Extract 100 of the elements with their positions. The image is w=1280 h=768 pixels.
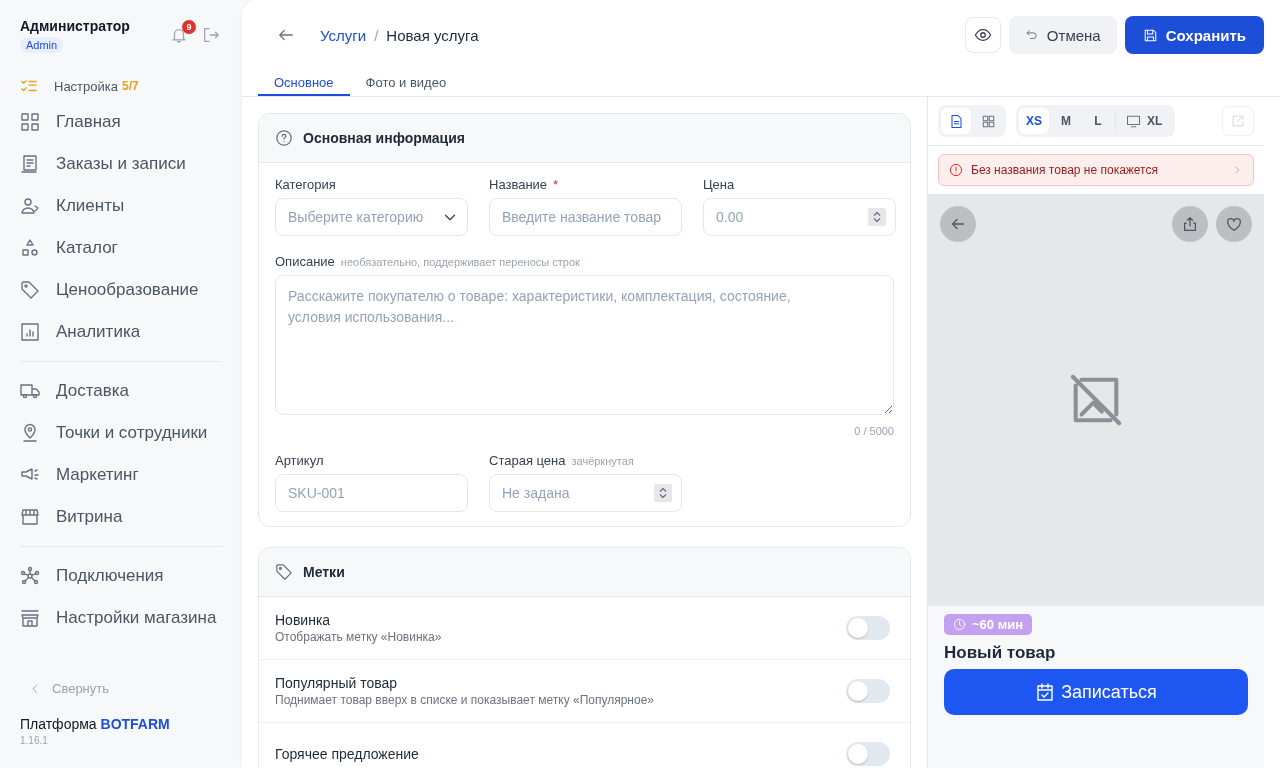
nav-item[interactable]: Точки и сотрудники [20, 412, 242, 454]
setup-label: Настройка [54, 78, 118, 94]
tag-description: Поднимает товар вверх в списке и показывает метку «Популярное» [275, 693, 655, 707]
price-field[interactable]: 0.00 [703, 198, 896, 236]
book-button[interactable]: Записаться [944, 669, 1248, 715]
grid-icon [980, 113, 996, 129]
nav-item[interactable]: Витрина [20, 496, 242, 538]
help-icon [275, 129, 293, 147]
nav-label: Заказы и записи [56, 154, 186, 174]
sku-field[interactable]: SKU-001 [275, 474, 468, 512]
alert-text: Без названия товар не покажется [971, 163, 1159, 177]
tab[interactable]: Фото и видео [349, 70, 463, 96]
setup-progress: 5/7 [122, 79, 139, 93]
nav-item[interactable]: Ценообразование [20, 269, 242, 311]
size-button[interactable]: XS [1019, 108, 1049, 134]
size-button[interactable]: XL [1115, 108, 1173, 134]
old-price-field[interactable]: Не задана [489, 474, 682, 512]
nav-item[interactable]: Подключения [20, 555, 242, 597]
nav-label: Главная [56, 112, 121, 132]
nav-label: Маркетинг [56, 465, 139, 485]
preview-button[interactable] [964, 17, 1001, 53]
tag-title: Горячее предложение [275, 746, 420, 762]
chart-icon [20, 322, 40, 342]
favorite-button[interactable] [1216, 206, 1252, 242]
nav-item[interactable]: Главная [20, 101, 242, 143]
breadcrumb-separator: / [374, 26, 379, 44]
product-title: Новый товар [944, 643, 1057, 663]
clock-icon [953, 618, 966, 631]
size-button[interactable]: M [1051, 108, 1081, 134]
user-name: Администратор [20, 18, 131, 34]
size-button[interactable]: L [1083, 108, 1113, 134]
cancel-button[interactable]: Отмена [1008, 16, 1117, 54]
share-icon [1181, 215, 1199, 233]
breadcrumb-current: Новая услуга [386, 26, 479, 44]
nav-item[interactable]: Доставка [20, 370, 242, 412]
storefront-icon [20, 507, 40, 527]
platform-name: Платформа BOTFARM [20, 716, 171, 732]
tag-icon [20, 280, 40, 300]
monitor-icon [1126, 113, 1141, 129]
nav-item[interactable]: Заказы и записи [20, 143, 242, 185]
required-mark: * [553, 177, 559, 192]
floppy-icon [1142, 27, 1158, 43]
toggle-switch[interactable] [846, 616, 890, 640]
share-button[interactable] [1172, 206, 1208, 242]
field-hint: зачёркнутая [571, 455, 634, 467]
nav-label: Аналитика [56, 322, 141, 342]
role-badge: Admin [20, 37, 64, 53]
field-label: Цена [703, 177, 735, 192]
setup-item[interactable]: Настройка 5/7 [20, 75, 242, 97]
toggle-switch[interactable] [846, 742, 890, 766]
version: 1.16.1 [20, 735, 49, 746]
back-button[interactable] [940, 206, 976, 242]
logout-icon [202, 26, 220, 44]
nav-item[interactable]: Маркетинг [20, 454, 242, 496]
field-hint: необязательно, поддерживает переносы строк [340, 256, 580, 268]
nav-item[interactable]: Настройки магазина [20, 597, 242, 639]
nav-item[interactable]: Аналитика [20, 311, 242, 353]
card-title: Метки [303, 564, 345, 580]
nav-label: Доставка [56, 381, 129, 401]
field-label: Старая цена [489, 453, 566, 468]
description-field[interactable]: Расскажите покупателю о товаре: характеристики, комплектация, состояние, условия использования... [275, 275, 894, 415]
document-icon [948, 113, 964, 129]
receipt-icon [20, 154, 40, 174]
external-link-icon [1231, 114, 1245, 128]
tag-title: Новинка [275, 612, 332, 628]
duration-badge: ~60 мин [944, 614, 1033, 635]
field-label: Название [489, 177, 548, 192]
nav-label: Клиенты [56, 196, 125, 216]
alert-icon [949, 163, 963, 177]
pin-icon [20, 423, 40, 443]
nav-label: Точки и сотрудники [56, 423, 208, 443]
shop-icon [20, 608, 40, 628]
nav-label: Ценообразование [56, 280, 199, 300]
tab[interactable]: Основное [258, 70, 350, 96]
save-button[interactable]: Сохранить [1124, 16, 1264, 54]
card-title: Основная информация [303, 130, 465, 146]
field-label: Категория [275, 177, 336, 192]
warning-alert[interactable]: Без названия товар не покажется [938, 154, 1254, 186]
heart-icon [1225, 215, 1243, 233]
eye-icon [973, 26, 992, 44]
truck-icon [20, 381, 40, 401]
page-view-button[interactable] [941, 108, 971, 134]
bell-icon [170, 26, 188, 44]
nav-item[interactable]: Каталог [20, 227, 242, 269]
name-field[interactable]: Введите название товар [489, 198, 682, 236]
tag-icon [275, 563, 293, 581]
notification-badge: 9 [182, 20, 196, 34]
field-label: Артикул [275, 453, 324, 468]
nav-item[interactable]: Клиенты [20, 185, 242, 227]
tag-title: Популярный товар [275, 675, 399, 691]
grid-icon [20, 112, 40, 132]
character-counter: 0 / 5000 [853, 425, 894, 437]
field-label: Описание [275, 254, 335, 269]
shapes-icon [20, 238, 40, 258]
breadcrumb-link[interactable]: Услуги [320, 26, 367, 44]
nav-label: Настройки магазина [56, 608, 217, 628]
tag-description: Отображать метку «Новинка» [275, 630, 443, 644]
nav-label: Каталог [56, 238, 118, 258]
toggle-switch[interactable] [846, 679, 890, 703]
network-icon [20, 566, 40, 586]
